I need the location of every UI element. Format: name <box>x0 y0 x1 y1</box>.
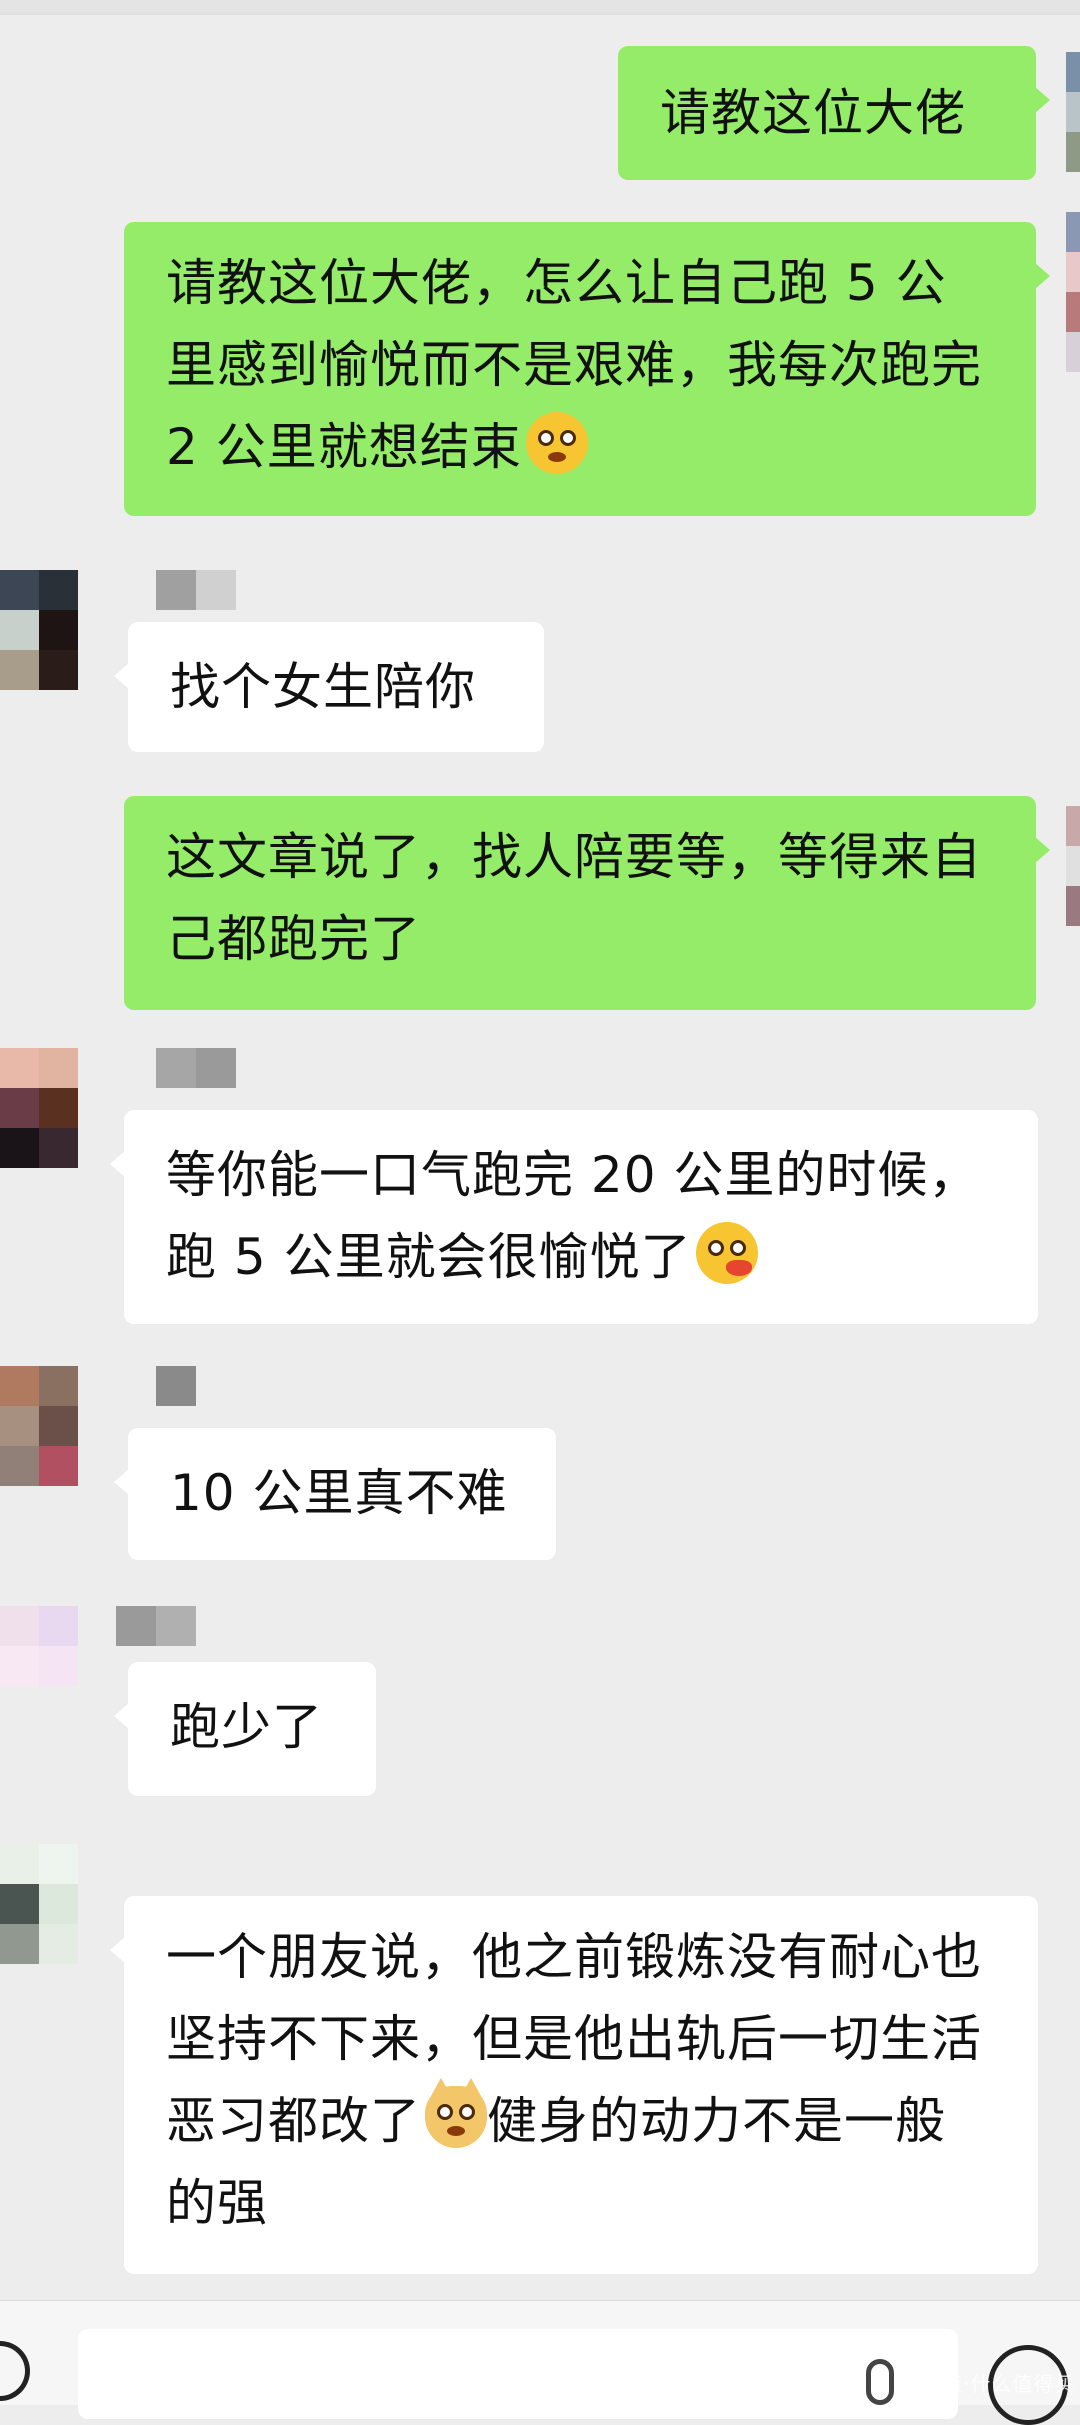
avatar-contact[interactable] <box>0 1606 78 1726</box>
avatar-self[interactable] <box>1066 806 1080 926</box>
input-bar <box>0 2300 1080 2425</box>
eating-face-emoji-icon <box>695 1222 758 1284</box>
avatar-self[interactable] <box>1066 212 1080 372</box>
message-text: 请教这位大佬 <box>660 84 966 142</box>
avatar-contact[interactable] <box>0 1844 78 1964</box>
avatar-contact[interactable] <box>0 1048 78 1168</box>
avatar-contact[interactable] <box>0 1366 78 1486</box>
message-text: 找个女生陪你 <box>170 658 476 716</box>
sender-name <box>116 1606 196 1646</box>
message-bubble-incoming[interactable]: 10 公里真不难 <box>114 1428 556 1560</box>
message-bubble-outgoing[interactable]: 请教这位大佬 <box>618 46 1050 180</box>
message-text: 跑少了 <box>170 1698 323 1756</box>
message-bubble-incoming[interactable]: 找个女生陪你 <box>114 622 544 752</box>
voice-icon[interactable] <box>0 2341 30 2401</box>
watermark: 值·什么值得买 <box>942 2372 1076 2396</box>
message-text: 10 公里真不难 <box>170 1464 508 1522</box>
avatar-self[interactable] <box>1066 52 1080 172</box>
message-bubble-outgoing[interactable]: 请教这位大佬，怎么让自己跑 5 公里感到愉悦而不是艰难，我每次跑完 2 公里就想… <box>124 222 1050 516</box>
sender-name <box>156 570 236 610</box>
message-bubble-incoming[interactable]: 跑少了 <box>114 1662 376 1796</box>
message-bubble-incoming[interactable]: 一个朋友说，他之前锻炼没有耐心也坚持不下来，但是他出轨后一切生活恶习都改了 健身的… <box>110 1896 1038 2274</box>
message-bubble-incoming[interactable]: 等你能一口气跑完 20 公里的时候，跑 5 公里就会很愉悦了 <box>110 1110 1038 1324</box>
message-text: 这文章说了，找人陪要等，等得来自己都跑完了 <box>166 828 982 968</box>
mic-icon[interactable] <box>866 2359 894 2405</box>
message-text: 等你能一口气跑完 20 公里的时候，跑 5 公里就会很愉悦了 <box>166 1146 980 1286</box>
sender-name <box>156 1048 236 1088</box>
message-input[interactable] <box>78 2329 958 2419</box>
sender-name <box>156 1366 196 1406</box>
avatar-contact[interactable] <box>0 570 78 690</box>
top-divider <box>0 0 1080 15</box>
message-bubble-outgoing[interactable]: 这文章说了，找人陪要等，等得来自己都跑完了 <box>124 796 1050 1010</box>
smirking-cat-emoji-icon <box>425 2078 487 2148</box>
flushed-face-emoji-icon <box>525 412 588 474</box>
